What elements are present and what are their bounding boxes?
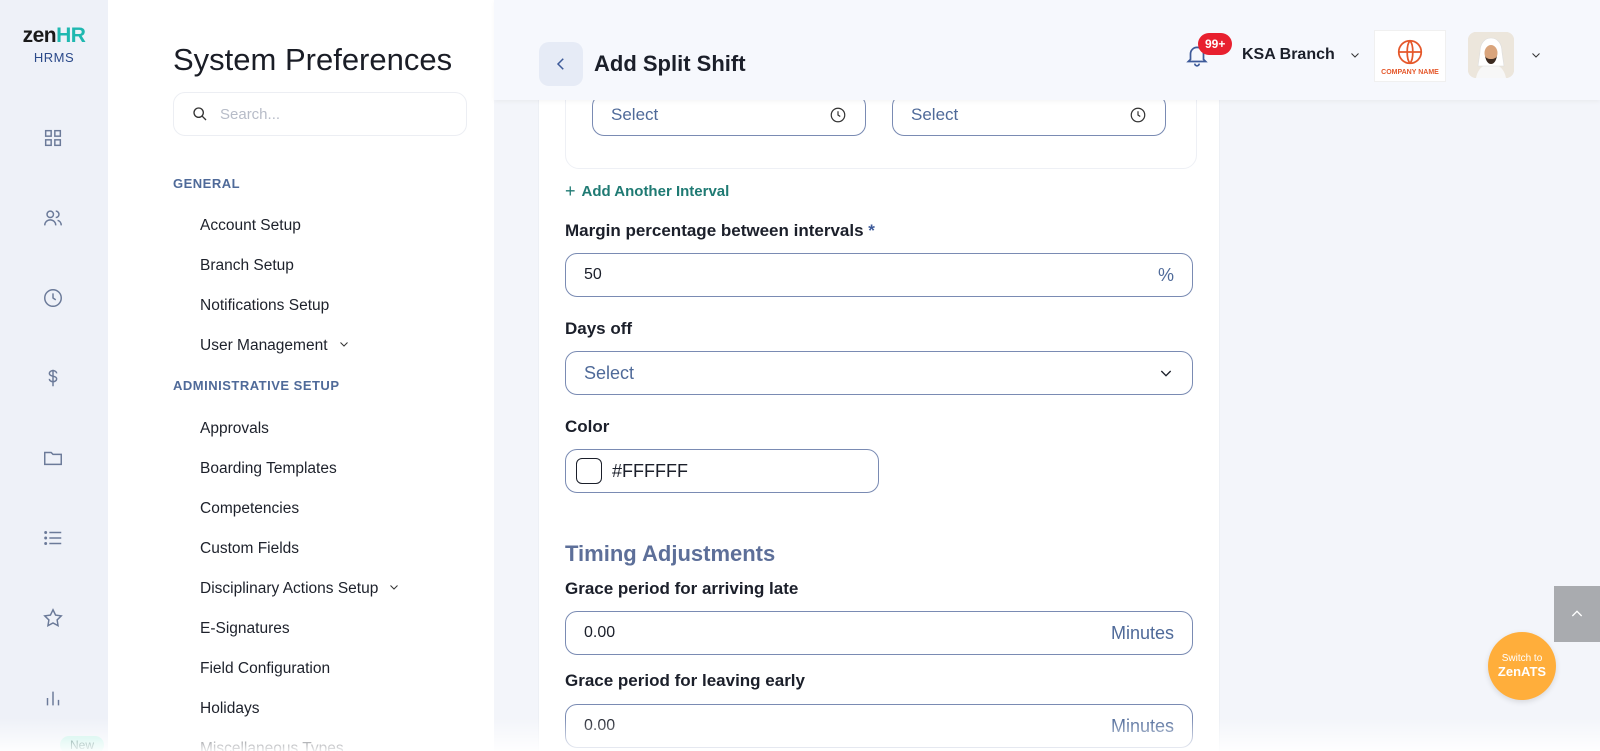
notification-count-badge: 99+ xyxy=(1198,33,1233,55)
menu-item-competencies[interactable]: Competencies xyxy=(200,500,299,518)
plus-icon: + xyxy=(565,181,576,201)
grace-early-input[interactable]: 0.00 Minutes xyxy=(565,704,1193,748)
preferences-panel: System Preferences GENERAL Account Setup… xyxy=(108,0,494,751)
margin-label: Margin percentage between intervals * xyxy=(565,221,875,240)
chevron-down-icon xyxy=(1160,370,1172,377)
menu-item-boarding-templates[interactable]: Boarding Templates xyxy=(200,460,337,478)
menu-item-custom-fields[interactable]: Custom Fields xyxy=(200,540,299,558)
clock-icon xyxy=(1130,107,1146,123)
back-button[interactable] xyxy=(539,42,583,86)
people-icon[interactable] xyxy=(40,205,66,231)
color-picker-input[interactable]: #FFFFFF xyxy=(565,449,879,493)
folder-icon[interactable] xyxy=(40,445,66,471)
new-badge: New xyxy=(60,736,105,751)
scroll-to-top-button[interactable] xyxy=(1554,586,1600,642)
margin-percentage-input[interactable]: 50 % xyxy=(565,253,1193,297)
user-menu-toggle[interactable] xyxy=(1530,48,1542,66)
chevron-down-icon xyxy=(388,580,400,598)
dashboard-icon[interactable] xyxy=(40,125,66,151)
star-icon[interactable] xyxy=(40,605,66,631)
globe-icon xyxy=(1397,39,1423,64)
menu-item-e-signatures[interactable]: E-Signatures xyxy=(200,620,290,638)
clock-icon[interactable] xyxy=(40,285,66,311)
grace-early-label: Grace period for leaving early xyxy=(565,671,805,690)
interval-end-select[interactable]: Select xyxy=(892,94,1166,136)
chart-icon[interactable] xyxy=(40,685,66,711)
section-admin-heading: ADMINISTRATIVE SETUP xyxy=(173,378,340,393)
section-general-heading: GENERAL xyxy=(173,176,241,191)
color-label: Color xyxy=(565,417,610,436)
split-shift-form: Select Select + Add Another Interval Mar… xyxy=(538,60,1220,751)
brand-logo[interactable]: zenHR HRMS xyxy=(14,24,94,65)
grace-late-input[interactable]: 0.00 Minutes xyxy=(565,611,1193,655)
days-off-select[interactable]: Select xyxy=(565,351,1193,395)
search-input[interactable] xyxy=(220,105,450,123)
icon-rail: zenHR HRMS New xyxy=(0,0,108,751)
color-swatch[interactable] xyxy=(576,458,602,484)
switch-to-zenats-button[interactable]: Switch to ZenATS xyxy=(1488,632,1556,700)
chevron-down-icon xyxy=(1350,53,1359,58)
days-off-label: Days off xyxy=(565,319,633,338)
top-header: Add Split Shift 99+ KSA Branch COMPANY N… xyxy=(494,0,1600,100)
preferences-search[interactable] xyxy=(173,92,467,136)
menu-item-user-management[interactable]: User Management xyxy=(200,337,350,355)
dollar-icon[interactable] xyxy=(40,365,66,391)
chevron-down-icon xyxy=(338,337,350,355)
avatar[interactable] xyxy=(1468,32,1514,78)
menu-item-holidays[interactable]: Holidays xyxy=(200,700,259,718)
menu-item-field-configuration[interactable]: Field Configuration xyxy=(200,660,330,678)
add-another-interval-button[interactable]: + Add Another Interval xyxy=(565,181,729,202)
chevron-down-icon xyxy=(1532,53,1540,58)
timing-adjustments-heading: Timing Adjustments xyxy=(565,541,776,566)
chevron-up-icon xyxy=(1571,610,1583,617)
menu-item-miscellaneous-types[interactable]: Miscellaneous Types xyxy=(200,740,344,751)
branch-selector[interactable]: KSA Branch xyxy=(1242,46,1361,64)
clock-icon xyxy=(830,107,846,123)
user-avatar-icon xyxy=(1468,32,1514,78)
company-logo: COMPANY NAME xyxy=(1374,30,1446,82)
list-icon[interactable] xyxy=(40,525,66,551)
chevron-left-icon xyxy=(556,58,564,70)
page-title: Add Split Shift xyxy=(594,51,746,76)
menu-item-account-setup[interactable]: Account Setup xyxy=(200,217,301,235)
menu-item-approvals[interactable]: Approvals xyxy=(200,420,269,438)
interval-start-select[interactable]: Select xyxy=(592,94,866,136)
preferences-title: System Preferences xyxy=(173,42,453,77)
menu-item-disciplinary-actions[interactable]: Disciplinary Actions Setup xyxy=(200,580,400,598)
search-icon xyxy=(193,107,207,121)
grace-late-label: Grace period for arriving late xyxy=(565,579,799,598)
menu-item-branch-setup[interactable]: Branch Setup xyxy=(200,257,294,275)
menu-item-notifications-setup[interactable]: Notifications Setup xyxy=(200,297,329,315)
